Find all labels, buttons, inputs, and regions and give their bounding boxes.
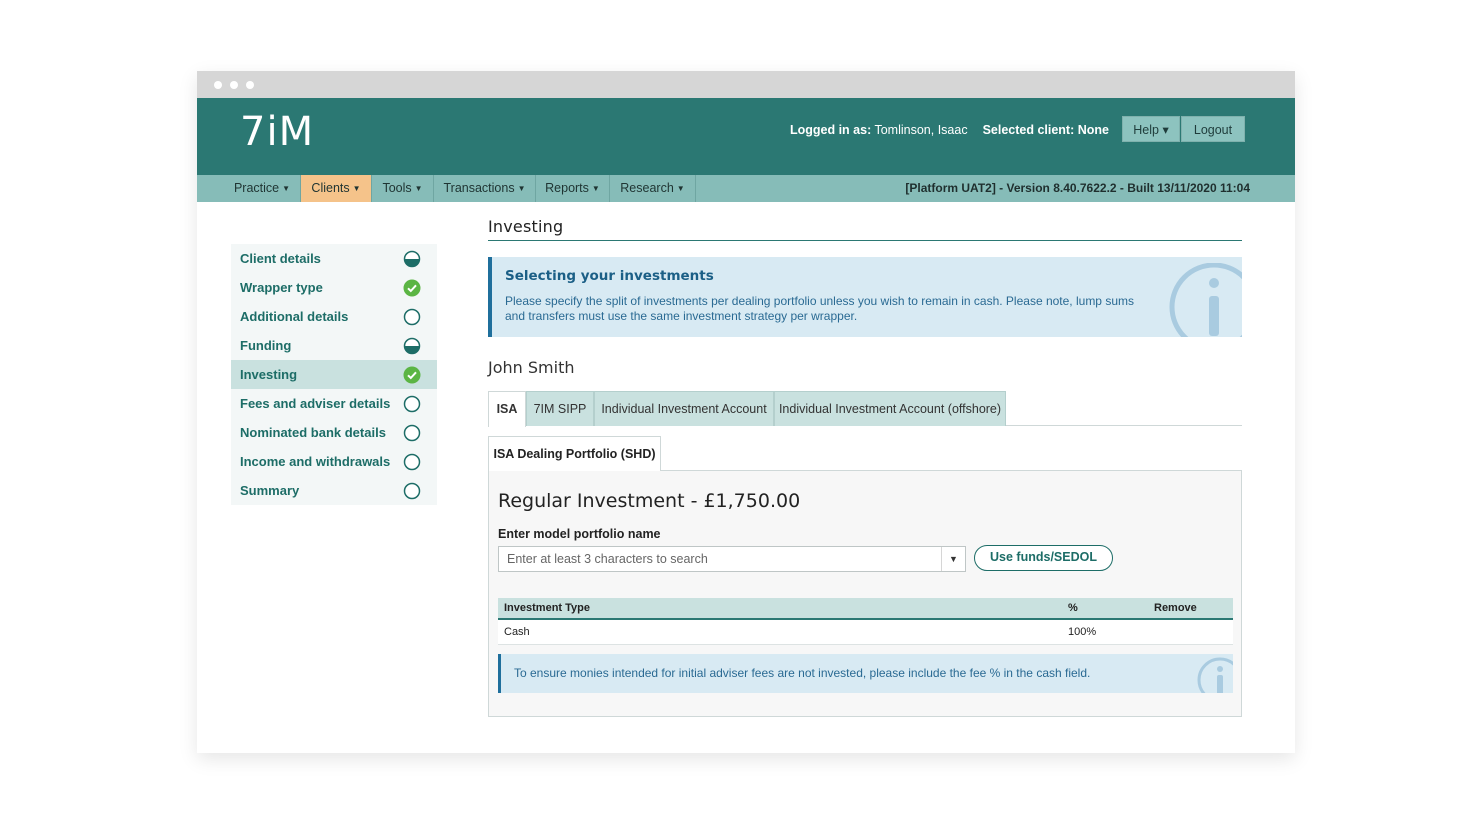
tab-isa[interactable]: ISA [488, 391, 526, 427]
fee-note-text: To ensure monies intended for initial ad… [514, 666, 1091, 680]
table-header-row: Investment Type % Remove [498, 598, 1233, 620]
wrapper-tabs: ISA 7IM SIPP Individual Investment Accou… [488, 391, 1242, 427]
logo[interactable]: 7iM [240, 109, 314, 155]
window-dot-icon [246, 81, 254, 89]
page-title: Investing [488, 217, 1242, 241]
empty-circle-icon [403, 395, 421, 413]
sidebar-item-investing[interactable]: Investing [231, 360, 437, 389]
half-complete-icon [403, 250, 421, 268]
main-nav: Practice ▼ Clients ▼ Tools ▼ Transactions ▼ … [197, 175, 1295, 202]
info-icon [1169, 263, 1242, 337]
nav-clients[interactable]: Clients ▼ [301, 175, 372, 202]
check-complete-icon [403, 366, 421, 384]
app-header: 7iM Logged in as: Tomlinson, Isaac Selec… [197, 98, 1295, 175]
model-portfolio-label: Enter model portfolio name [498, 527, 661, 541]
use-funds-sedol-button[interactable]: Use funds/SEDOL [974, 545, 1113, 571]
sidebar-item-summary[interactable]: Summary [231, 476, 437, 505]
nav-reports[interactable]: Reports ▼ [536, 175, 610, 202]
empty-circle-icon [403, 482, 421, 500]
selected-client-value: None [1077, 123, 1109, 137]
nav-tools[interactable]: Tools ▼ [372, 175, 434, 202]
caret-down-icon: ▼ [517, 184, 526, 193]
dropdown-arrow-icon[interactable]: ▼ [941, 547, 965, 571]
caret-down-icon: ▼ [414, 184, 423, 193]
sidebar-item-bank-details[interactable]: Nominated bank details [231, 418, 437, 447]
client-name: John Smith [488, 358, 575, 377]
empty-circle-icon [403, 453, 421, 471]
tab-individual-investment-account[interactable]: Individual Investment Account [594, 391, 774, 426]
col-remove: Remove [1148, 598, 1233, 620]
info-icon [1197, 657, 1233, 693]
help-button[interactable]: Help ▾ [1122, 116, 1180, 142]
portfolio-panel: Regular Investment - £1,750.00 Enter mod… [488, 470, 1242, 717]
empty-circle-icon [403, 308, 421, 326]
logged-in-label: Logged in as: [789, 123, 872, 137]
table-row: Cash 100% [498, 619, 1233, 645]
nav-research[interactable]: Research ▼ [610, 175, 696, 202]
login-info: Logged in as: Tomlinson, Isaac Selected … [790, 123, 1109, 137]
cell-percent[interactable]: 100% [1062, 619, 1148, 645]
tab-7im-sipp[interactable]: 7IM SIPP [526, 391, 594, 426]
sidebar-item-wrapper-type[interactable]: Wrapper type [231, 273, 437, 302]
caret-down-icon: ▼ [676, 184, 685, 193]
info-title: Selecting your investments [505, 268, 714, 284]
window-chrome [197, 71, 1295, 98]
col-percent: % [1062, 598, 1148, 620]
caret-down-icon: ▼ [282, 184, 291, 193]
empty-circle-icon [403, 424, 421, 442]
sidebar-item-client-details[interactable]: Client details [231, 244, 437, 273]
build-info: [Platform UAT2] - Version 8.40.7622.2 - … [905, 181, 1250, 195]
col-investment-type: Investment Type [498, 598, 1062, 620]
sidebar-item-income[interactable]: Income and withdrawals [231, 447, 437, 476]
window-dot-icon [214, 81, 222, 89]
logout-button[interactable]: Logout [1181, 116, 1245, 142]
sidebar-item-additional-details[interactable]: Additional details [231, 302, 437, 331]
selected-client-label: Selected client: [982, 123, 1075, 137]
model-portfolio-placeholder: Enter at least 3 characters to search [507, 552, 708, 566]
window-dot-icon [230, 81, 238, 89]
caret-down-icon: ▼ [352, 184, 361, 193]
main-content: Investing Selecting your investments Ple… [488, 217, 1242, 717]
cell-remove [1148, 619, 1233, 645]
tab-individual-investment-account-offshore[interactable]: Individual Investment Account (offshore) [774, 391, 1006, 426]
nav-practice[interactable]: Practice ▼ [224, 175, 301, 202]
check-complete-icon [403, 279, 421, 297]
logged-in-user: Tomlinson, Isaac [874, 123, 968, 137]
browser-window: 7iM Logged in as: Tomlinson, Isaac Selec… [197, 71, 1295, 753]
cell-investment-type: Cash [498, 619, 1062, 645]
caret-down-icon: ▼ [591, 184, 600, 193]
nav-transactions[interactable]: Transactions ▼ [434, 175, 536, 202]
tab-dealing-portfolio[interactable]: ISA Dealing Portfolio (SHD) [488, 436, 661, 471]
info-text: Please specify the split of investments … [505, 294, 1134, 323]
info-banner: Selecting your investments Please specif… [488, 257, 1242, 337]
regular-investment-title: Regular Investment - £1,750.00 [498, 490, 801, 512]
progress-sidebar: Client details Wrapper type Additional d… [231, 244, 437, 505]
half-complete-icon [403, 337, 421, 355]
sidebar-item-fees[interactable]: Fees and adviser details [231, 389, 437, 418]
model-portfolio-search[interactable]: Enter at least 3 characters to search ▼ [498, 546, 966, 572]
sidebar-item-funding[interactable]: Funding [231, 331, 437, 360]
fee-note-banner: To ensure monies intended for initial ad… [498, 654, 1233, 693]
investment-table: Investment Type % Remove Cash 100% [498, 598, 1233, 645]
